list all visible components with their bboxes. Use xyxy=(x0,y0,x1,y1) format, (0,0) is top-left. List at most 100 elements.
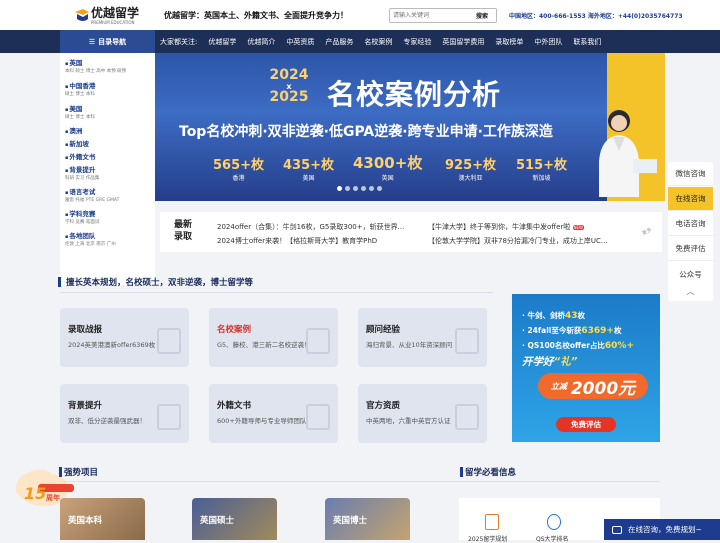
menu-icon: ☰ xyxy=(88,37,96,46)
nav-item[interactable]: 优越简介 xyxy=(247,37,275,47)
nav-label-focus: 大家都关注: xyxy=(160,37,198,46)
feature-card[interactable]: 录取战报 2024英美港澳新offer6369枚 xyxy=(60,308,189,367)
news-item[interactable]: 2024博士offer来袭！【格拉斯哥大学】教育学PhD xyxy=(217,236,377,246)
pagination-dot[interactable] xyxy=(369,186,374,191)
logo-mark-icon xyxy=(75,9,89,21)
program-card[interactable]: 英国硕士 xyxy=(192,498,277,540)
svg-text:周年: 周年 xyxy=(46,493,60,502)
search-box: 搜索 xyxy=(389,8,497,23)
ad-gift-text: 开学好“礼” xyxy=(522,356,578,368)
search-input[interactable] xyxy=(393,10,471,21)
float-assessment[interactable]: 免费评估 xyxy=(668,237,713,261)
section-divider xyxy=(60,292,493,293)
case-icon xyxy=(306,328,330,354)
feature-card[interactable]: 外籍文书 600+外籍导师与专业导师团队 xyxy=(209,384,338,443)
banner-stat: 925+枚 澳大利亚 xyxy=(445,158,497,182)
pagination-dot[interactable] xyxy=(353,186,358,191)
nav-item[interactable]: 专家经验 xyxy=(403,37,431,47)
ad-discount: 立减 2000元 xyxy=(538,373,648,399)
news-item[interactable]: 【牛津大学】终于等到你，牛津集中发offer啦 NEW xyxy=(428,222,585,232)
sidebar-category[interactable]: 学科竞赛学科 竞赛 笔面试 xyxy=(65,210,99,226)
sidebar-category[interactable]: 澳洲 xyxy=(65,127,82,136)
hero-banner[interactable]: 2024 x 2025 名校案例分析 Top名校冲刺·双非逆袭·低GPA逆袭·跨… xyxy=(155,53,665,201)
latest-offers-bar xyxy=(160,212,662,252)
float-phone[interactable]: 电话咨询 xyxy=(668,212,713,236)
svg-text:15: 15 xyxy=(24,484,46,503)
feature-card[interactable]: 顾问经验 海归背景、从业10年资深顾问 xyxy=(358,308,487,367)
new-badge: NEW xyxy=(572,224,585,230)
news-item[interactable]: 【伦敦大学学院】双非78分拾漏冷门专业，成功上岸UC... xyxy=(428,236,608,246)
floating-contact-menu: 微信咨询 在线咨询 电话咨询 免费评估 公众号 xyxy=(668,162,713,301)
info-divider xyxy=(459,481,660,482)
nav-item[interactable]: 中英资质 xyxy=(286,37,314,47)
feature-card[interactable]: 官方资质 中英两地，六重中英官方认证 xyxy=(358,384,487,443)
nav-items: 大家都关注: 优越留学 优越简介 中英资质 产品服务 名校案例 专家经验 英国留… xyxy=(160,30,612,53)
float-official-account[interactable]: 公众号 xyxy=(668,262,713,286)
logo-subtitle: PREMIUM EDUCATION xyxy=(91,20,135,25)
sidebar-category[interactable]: 美国硕士 博士 本科 xyxy=(65,105,95,121)
ad-line: · 牛剑、剑桥43枚 xyxy=(522,311,585,321)
banner-stat: 515+枚 新加坡 xyxy=(516,158,568,182)
program-card[interactable]: 英国博士 xyxy=(325,498,410,540)
nav-item[interactable]: 优越留学 xyxy=(208,37,236,47)
document-icon xyxy=(306,404,330,430)
banner-stat: 435+枚 美国 xyxy=(283,158,335,182)
banner-title: 名校案例分析 xyxy=(327,78,502,111)
chart-icon xyxy=(157,404,181,430)
ranking-icon[interactable] xyxy=(547,514,561,530)
float-online[interactable]: 在线咨询 xyxy=(668,187,713,211)
chevron-up-icon[interactable]: ︿ xyxy=(668,286,713,300)
latest-offers-label: 最新 录取 xyxy=(173,220,192,242)
consultant-icon xyxy=(455,328,479,354)
feature-card[interactable]: 背景提升 双非、低分逆袭最强武器！ xyxy=(60,384,189,443)
nav-item[interactable]: 名校案例 xyxy=(364,37,392,47)
info-item[interactable]: 2025留学规划 xyxy=(468,534,507,543)
info-item[interactable]: QS大学排名 xyxy=(536,534,569,543)
sidebar-category[interactable]: 新加坡 xyxy=(65,140,89,149)
banner-stat: 565+枚 香港 xyxy=(213,158,265,182)
info-title: 留学必看信息 xyxy=(459,467,517,478)
chat-bar[interactable]: 在线咨询，免费规划~ xyxy=(604,519,720,540)
advantage-title: 强势项目 xyxy=(58,467,99,478)
search-button[interactable]: 搜索 xyxy=(469,10,495,21)
pagination-dot[interactable] xyxy=(361,186,366,191)
banner-years: 2024 x 2025 xyxy=(269,67,309,105)
sidebar-category[interactable]: 背景提升科研 实习 作品集 xyxy=(65,166,99,182)
program-card[interactable]: 英国本科 xyxy=(60,498,145,540)
sidebar-category[interactable]: 英国本科 硕士 博士 高中 本预 研预 xyxy=(65,59,126,75)
banner-subtitle: Top名校冲刺·双非逆袭·低GPA逆袭·跨专业申请·工作族深造 xyxy=(179,124,553,140)
trophy-icon xyxy=(157,328,181,354)
ad-line: · 24fall至今斩获6369+枚 xyxy=(522,326,622,336)
directory-nav-title[interactable]: ☰ 目录导航 xyxy=(60,30,155,53)
section-title: 擅长英本规划，名校硕士，双非逆袭，博士留学等 xyxy=(57,276,253,288)
nav-item[interactable]: 英国留学费用 xyxy=(442,37,484,47)
float-wechat[interactable]: 微信咨询 xyxy=(668,162,713,186)
nav-item[interactable]: 录取榜单 xyxy=(495,37,523,47)
pagination-dot[interactable] xyxy=(377,186,382,191)
nav-item[interactable]: 联系我们 xyxy=(573,37,601,47)
banner-stat: 4300+枚 英国 xyxy=(353,154,423,182)
planning-icon[interactable] xyxy=(485,514,499,530)
chat-icon xyxy=(612,525,622,534)
sidebar-category[interactable]: 外籍文书 xyxy=(65,153,95,162)
certificate-icon xyxy=(455,404,479,430)
category-sidebar: 英国本科 硕士 博士 高中 本预 研预 中国香港硕士 博士 本科 美国硕士 博士… xyxy=(60,53,155,285)
banner-pagination xyxy=(337,186,385,191)
sidebar-category[interactable]: 各地团队伦敦 上海 北京 南京 广州 xyxy=(65,232,116,248)
pagination-dot[interactable] xyxy=(345,186,350,191)
logo-name: 优越留学 xyxy=(91,6,140,20)
sidebar-category[interactable]: 语言考试雅思 托福 PTE GRE GMAT xyxy=(65,188,119,204)
promo-ad[interactable]: · 牛剑、剑桥43枚 · 24fall至今斩获6369+枚 · QS100名校o… xyxy=(512,294,660,442)
contact-phones: 中国地区：400-666-1553 海外地区：+44(0)2035764773 xyxy=(509,13,683,20)
ad-line: · QS100名校offer占比60%+ xyxy=(522,341,634,351)
header-slogan: 优越留学：英国本土、外籍文书、全面提升竞争力！ xyxy=(164,11,348,20)
nav-item[interactable]: 产品服务 xyxy=(325,37,353,47)
site-logo[interactable]: 优越留学 PREMIUM EDUCATION xyxy=(74,6,140,26)
sidebar-category[interactable]: 中国香港硕士 博士 本科 xyxy=(65,82,95,98)
feature-card[interactable]: 名校案例 G5、藤校、港三新二名校逆袭！ xyxy=(209,308,338,367)
pagination-dot[interactable] xyxy=(337,186,342,191)
advantage-divider xyxy=(60,481,493,482)
free-assessment-button[interactable]: 免费评估 xyxy=(556,417,616,432)
nav-item[interactable]: 中外团队 xyxy=(534,37,562,47)
news-item[interactable]: 2024offer（合集）：牛剑16枚，G5录取300+，斩获世界... xyxy=(217,222,404,232)
